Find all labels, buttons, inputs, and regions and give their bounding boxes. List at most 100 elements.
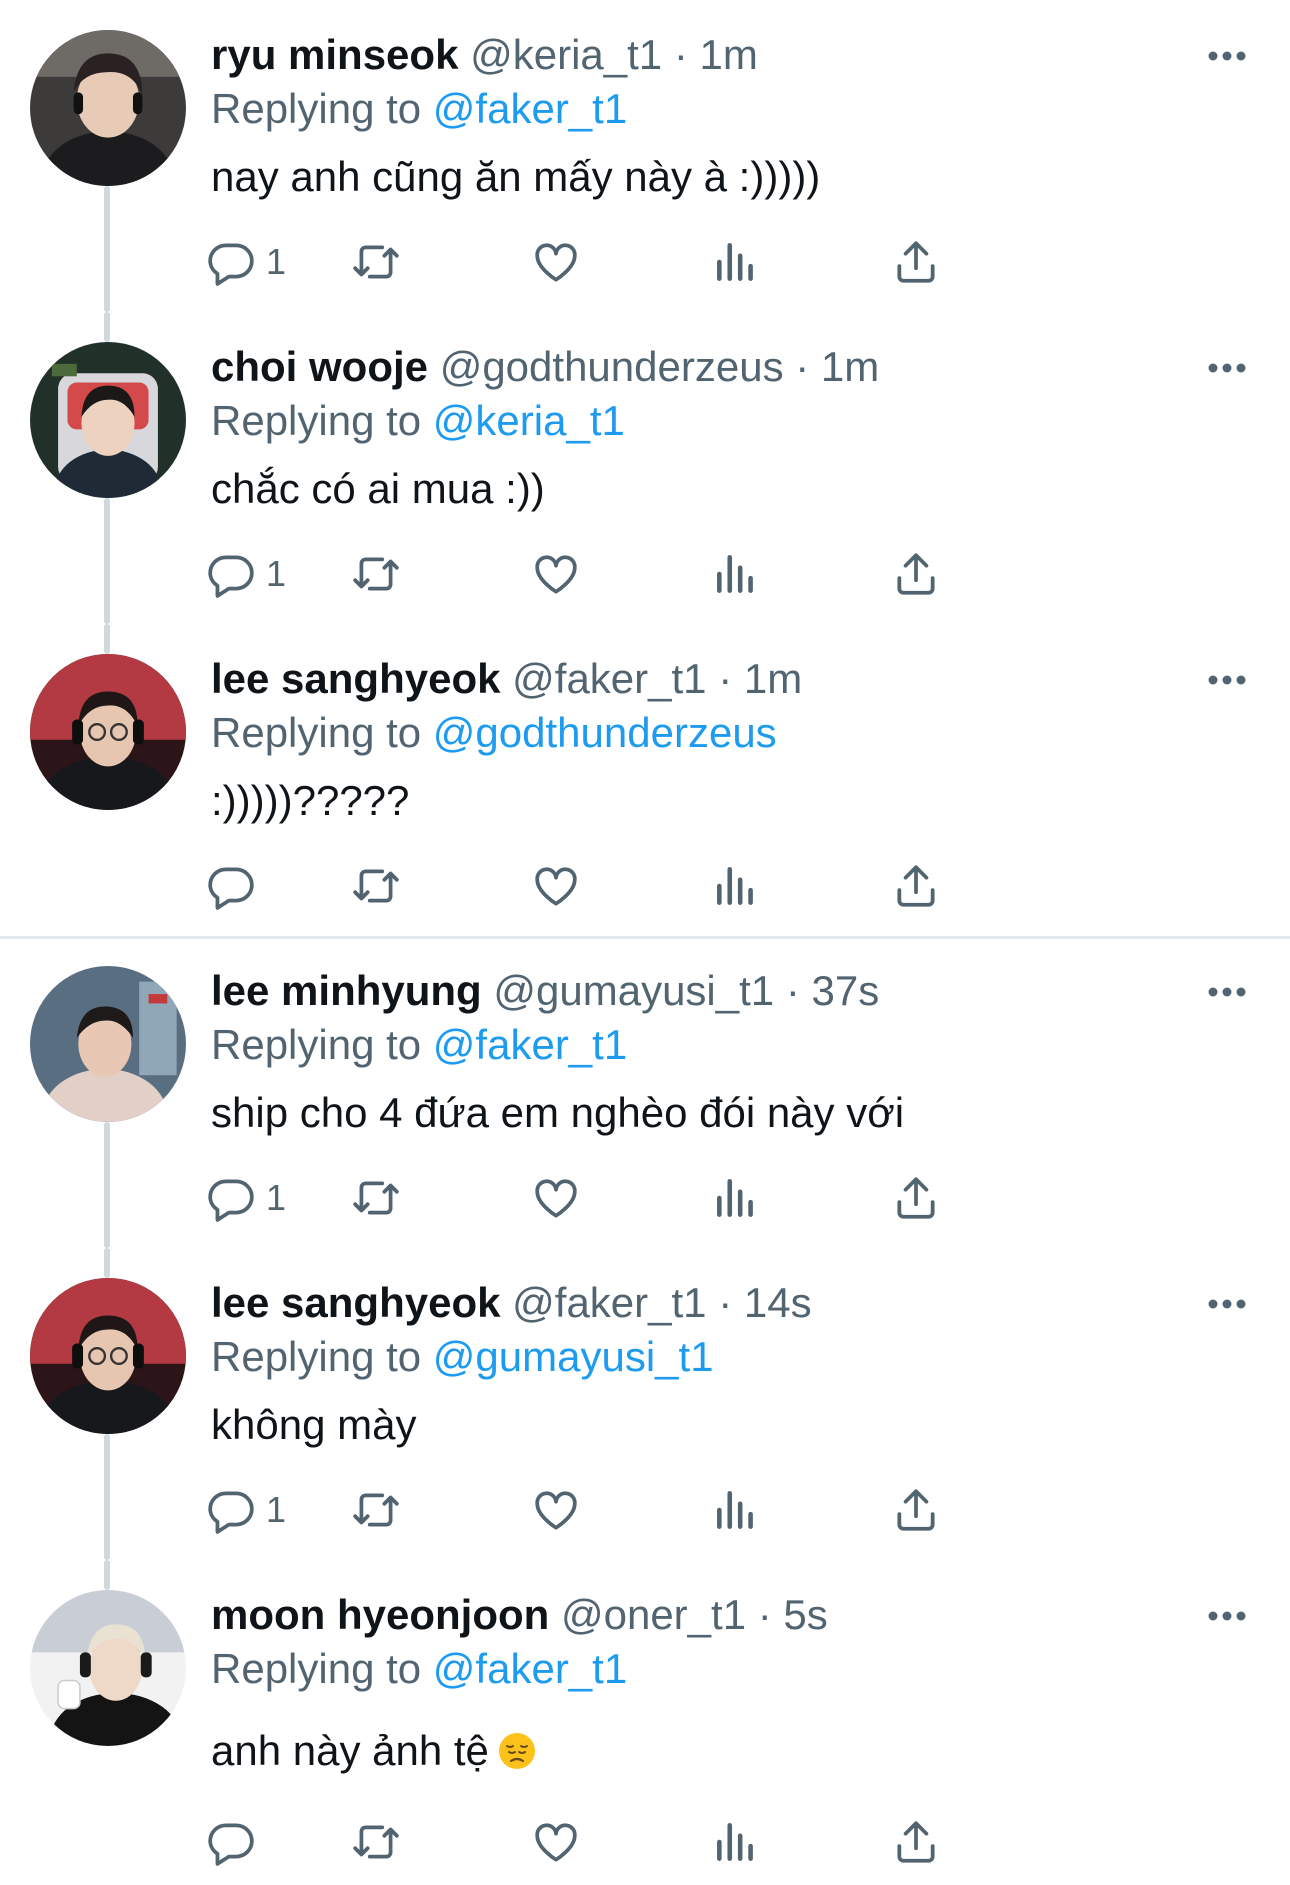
analytics-icon <box>717 1823 753 1861</box>
tweet-header: moon hyeonjoon @oner_t1 · 5s <box>211 1590 828 1640</box>
replying-to-label: Replying to <box>211 1645 422 1692</box>
mention-link[interactable]: @keria_t1 <box>433 397 625 444</box>
avatar-photo-faker <box>30 1278 186 1434</box>
timestamp[interactable]: 1m <box>700 31 758 78</box>
mention-link[interactable]: @godthunderzeus <box>433 709 777 756</box>
analytics-button[interactable] <box>711 544 761 604</box>
tweet[interactable]: lee sanghyeok @faker_t1 · 14s Replying t… <box>0 1248 1290 1560</box>
retweet-button[interactable] <box>351 1812 401 1872</box>
replying-to: Replying to @faker_t1 <box>211 1020 627 1070</box>
avatar[interactable] <box>30 1278 186 1434</box>
retweet-icon <box>353 1493 399 1527</box>
more-options-button[interactable] <box>1200 660 1254 700</box>
share-icon <box>897 553 935 595</box>
display-name[interactable]: lee sanghyeok <box>211 655 500 702</box>
reply-button[interactable]: 1 <box>206 232 286 292</box>
like-button[interactable] <box>531 544 581 604</box>
more-icon <box>1208 675 1246 685</box>
retweet-button[interactable] <box>351 1480 401 1540</box>
retweet-button[interactable] <box>351 856 401 916</box>
share-button[interactable] <box>891 1168 941 1228</box>
share-button[interactable] <box>891 856 941 916</box>
user-handle[interactable]: @keria_t1 <box>470 31 662 78</box>
reply-button[interactable]: 1 <box>206 1168 286 1228</box>
timestamp[interactable]: 1m <box>821 343 879 390</box>
reply-button[interactable] <box>206 1812 266 1872</box>
display-name[interactable]: lee sanghyeok <box>211 1279 500 1326</box>
user-handle[interactable]: @godthunderzeus <box>440 343 784 390</box>
analytics-button[interactable] <box>711 856 761 916</box>
like-button[interactable] <box>531 1168 581 1228</box>
like-button[interactable] <box>531 856 581 916</box>
pensive-face-emoji <box>498 1733 535 1769</box>
analytics-button[interactable] <box>711 1812 761 1872</box>
user-handle[interactable]: @gumayusi_t1 <box>493 967 774 1014</box>
tweet[interactable]: lee sanghyeok @faker_t1 · 1m Replying to… <box>0 624 1290 936</box>
tweet[interactable]: moon hyeonjoon @oner_t1 · 5s Replying to… <box>0 1560 1290 1885</box>
analytics-button[interactable] <box>711 1168 761 1228</box>
share-button[interactable] <box>891 232 941 292</box>
like-button[interactable] <box>531 1812 581 1872</box>
like-icon <box>535 1491 577 1530</box>
replying-to: Replying to @keria_t1 <box>211 396 625 446</box>
timestamp[interactable]: 14s <box>744 1279 812 1326</box>
reply-button[interactable] <box>206 856 266 916</box>
tweet[interactable]: ryu minseok @keria_t1 · 1m Replying to @… <box>0 0 1290 312</box>
like-button[interactable] <box>531 232 581 292</box>
mention-link[interactable]: @gumayusi_t1 <box>433 1333 714 1380</box>
share-icon <box>897 865 935 907</box>
timestamp[interactable]: 1m <box>744 655 802 702</box>
like-button[interactable] <box>531 1480 581 1540</box>
more-options-button[interactable] <box>1200 1596 1254 1636</box>
display-name[interactable]: choi wooje <box>211 343 428 390</box>
analytics-icon <box>717 555 753 593</box>
display-name[interactable]: moon hyeonjoon <box>211 1591 549 1638</box>
more-options-button[interactable] <box>1200 348 1254 388</box>
retweet-button[interactable] <box>351 1168 401 1228</box>
avatar[interactable] <box>30 342 186 498</box>
more-options-button[interactable] <box>1200 36 1254 76</box>
more-options-button[interactable] <box>1200 972 1254 1012</box>
tweet-text-row: anh này ảnh tệ <box>211 1724 537 1778</box>
avatar[interactable] <box>30 966 186 1122</box>
reply-icon <box>208 1491 254 1534</box>
reply-button[interactable]: 1 <box>206 1480 286 1540</box>
avatar[interactable] <box>30 30 186 186</box>
replying-to-label: Replying to <box>211 709 422 756</box>
share-button[interactable] <box>891 1480 941 1540</box>
avatar[interactable] <box>30 1590 186 1746</box>
user-handle[interactable]: @faker_t1 <box>512 655 706 702</box>
action-bar <box>206 1812 1156 1872</box>
retweet-button[interactable] <box>351 544 401 604</box>
tweet[interactable]: lee minhyung @gumayusi_t1 · 37s Replying… <box>0 936 1290 1248</box>
action-bar: 1 <box>206 232 1156 292</box>
user-handle[interactable]: @oner_t1 <box>561 1591 746 1638</box>
display-name[interactable]: lee minhyung <box>211 967 482 1014</box>
tweet[interactable]: choi wooje @godthunderzeus · 1m Replying… <box>0 312 1290 624</box>
analytics-icon <box>717 243 753 281</box>
reply-icon <box>208 555 254 598</box>
analytics-button[interactable] <box>711 1480 761 1540</box>
display-name[interactable]: ryu minseok <box>211 31 458 78</box>
mention-link[interactable]: @faker_t1 <box>433 1021 627 1068</box>
tweet-text: không mày <box>211 1401 417 1448</box>
mention-link[interactable]: @faker_t1 <box>433 85 627 132</box>
user-handle[interactable]: @faker_t1 <box>512 1279 706 1326</box>
retweet-icon <box>353 1181 399 1215</box>
share-button[interactable] <box>891 544 941 604</box>
mention-link[interactable]: @faker_t1 <box>433 1645 627 1692</box>
avatar-photo-faker <box>30 654 186 810</box>
share-button[interactable] <box>891 1812 941 1872</box>
analytics-button[interactable] <box>711 232 761 292</box>
reply-button[interactable]: 1 <box>206 544 286 604</box>
like-icon <box>535 243 577 282</box>
more-options-button[interactable] <box>1200 1284 1254 1324</box>
retweet-button[interactable] <box>351 232 401 292</box>
action-bar <box>206 856 1156 916</box>
more-icon <box>1208 1611 1246 1621</box>
avatar[interactable] <box>30 654 186 810</box>
timestamp[interactable]: 5s <box>783 1591 827 1638</box>
like-icon <box>535 867 577 906</box>
timestamp[interactable]: 37s <box>812 967 880 1014</box>
replying-to: Replying to @gumayusi_t1 <box>211 1332 714 1382</box>
